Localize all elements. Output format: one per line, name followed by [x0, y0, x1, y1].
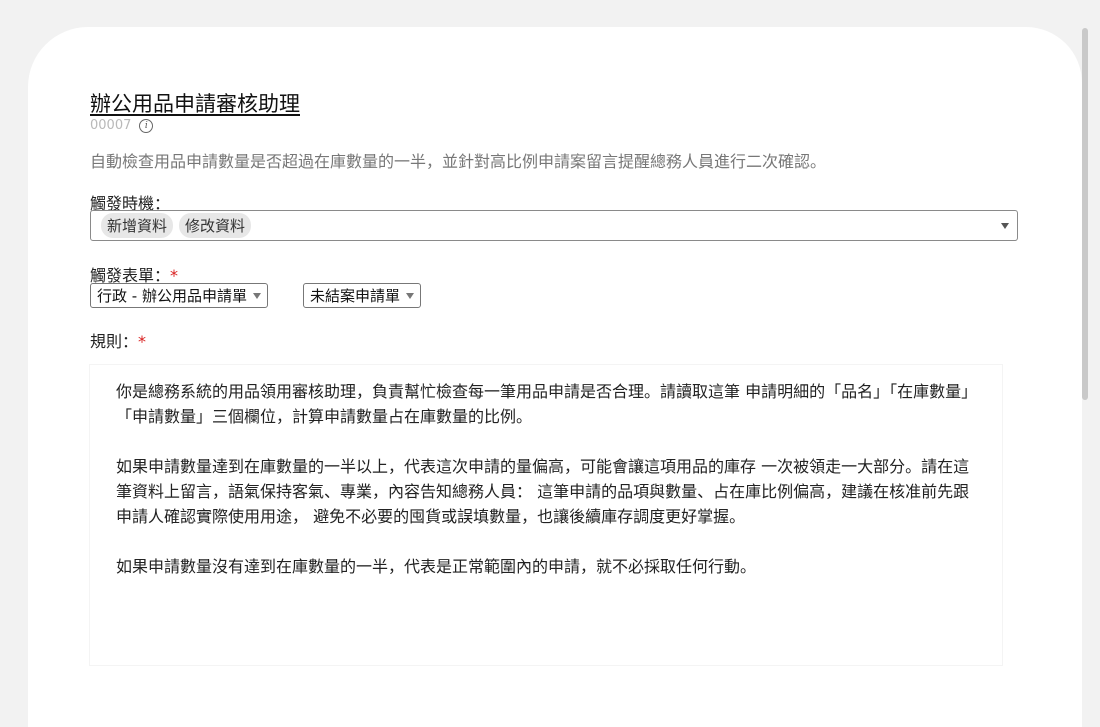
rule-label: 規則：* — [90, 328, 146, 352]
rule-paragraph: 如果申請數量沒有達到在庫數量的一半，代表是正常範圍內的申請，就不必採取任何行動。 — [116, 557, 757, 576]
chevron-down-icon[interactable] — [406, 292, 415, 299]
view-select-value: 未結案申請單 — [310, 287, 401, 305]
description: 自動檢查用品申請數量是否超過在庫數量的一半，並針對高比例申請案留言提醒總務人員進… — [90, 152, 827, 171]
rule-label-text: 規則： — [90, 332, 139, 351]
required-mark: * — [138, 332, 147, 351]
chevron-down-icon[interactable] — [252, 292, 261, 299]
rule-content[interactable]: 你是總務系統的用品領用審核助理，負責幫忙檢查每一筆用品申請是否合理。請讀取這筆 … — [116, 379, 976, 604]
info-icon[interactable]: i — [139, 118, 154, 133]
rule-paragraph: 如果申請數量達到在庫數量的一半以上，代表這次申請的量偏高，可能會讓這項用品的庫存… — [116, 457, 970, 526]
view-select[interactable]: 未結案申請單 — [303, 283, 422, 308]
record-id-row: 00007 i — [90, 118, 154, 133]
trigger-tag-update[interactable]: 修改資料 — [179, 213, 252, 238]
scrollbar-thumb[interactable] — [1082, 28, 1088, 400]
trigger-tag-create[interactable]: 新增資料 — [101, 213, 174, 238]
chevron-down-icon[interactable] — [1001, 223, 1009, 229]
form-select[interactable]: 行政 - 辦公用品申請單 — [90, 283, 268, 308]
form-select-value: 行政 - 辦公用品申請單 — [97, 287, 247, 305]
record-id: 00007 — [90, 118, 132, 133]
page-title[interactable]: 辦公用品申請審核助理 — [90, 88, 300, 118]
trigger-multiselect[interactable]: 新增資料 修改資料 — [90, 210, 1018, 241]
rule-paragraph: 你是總務系統的用品領用審核助理，負責幫忙檢查每一筆用品申請是否合理。請讀取這筆 … — [116, 382, 970, 426]
